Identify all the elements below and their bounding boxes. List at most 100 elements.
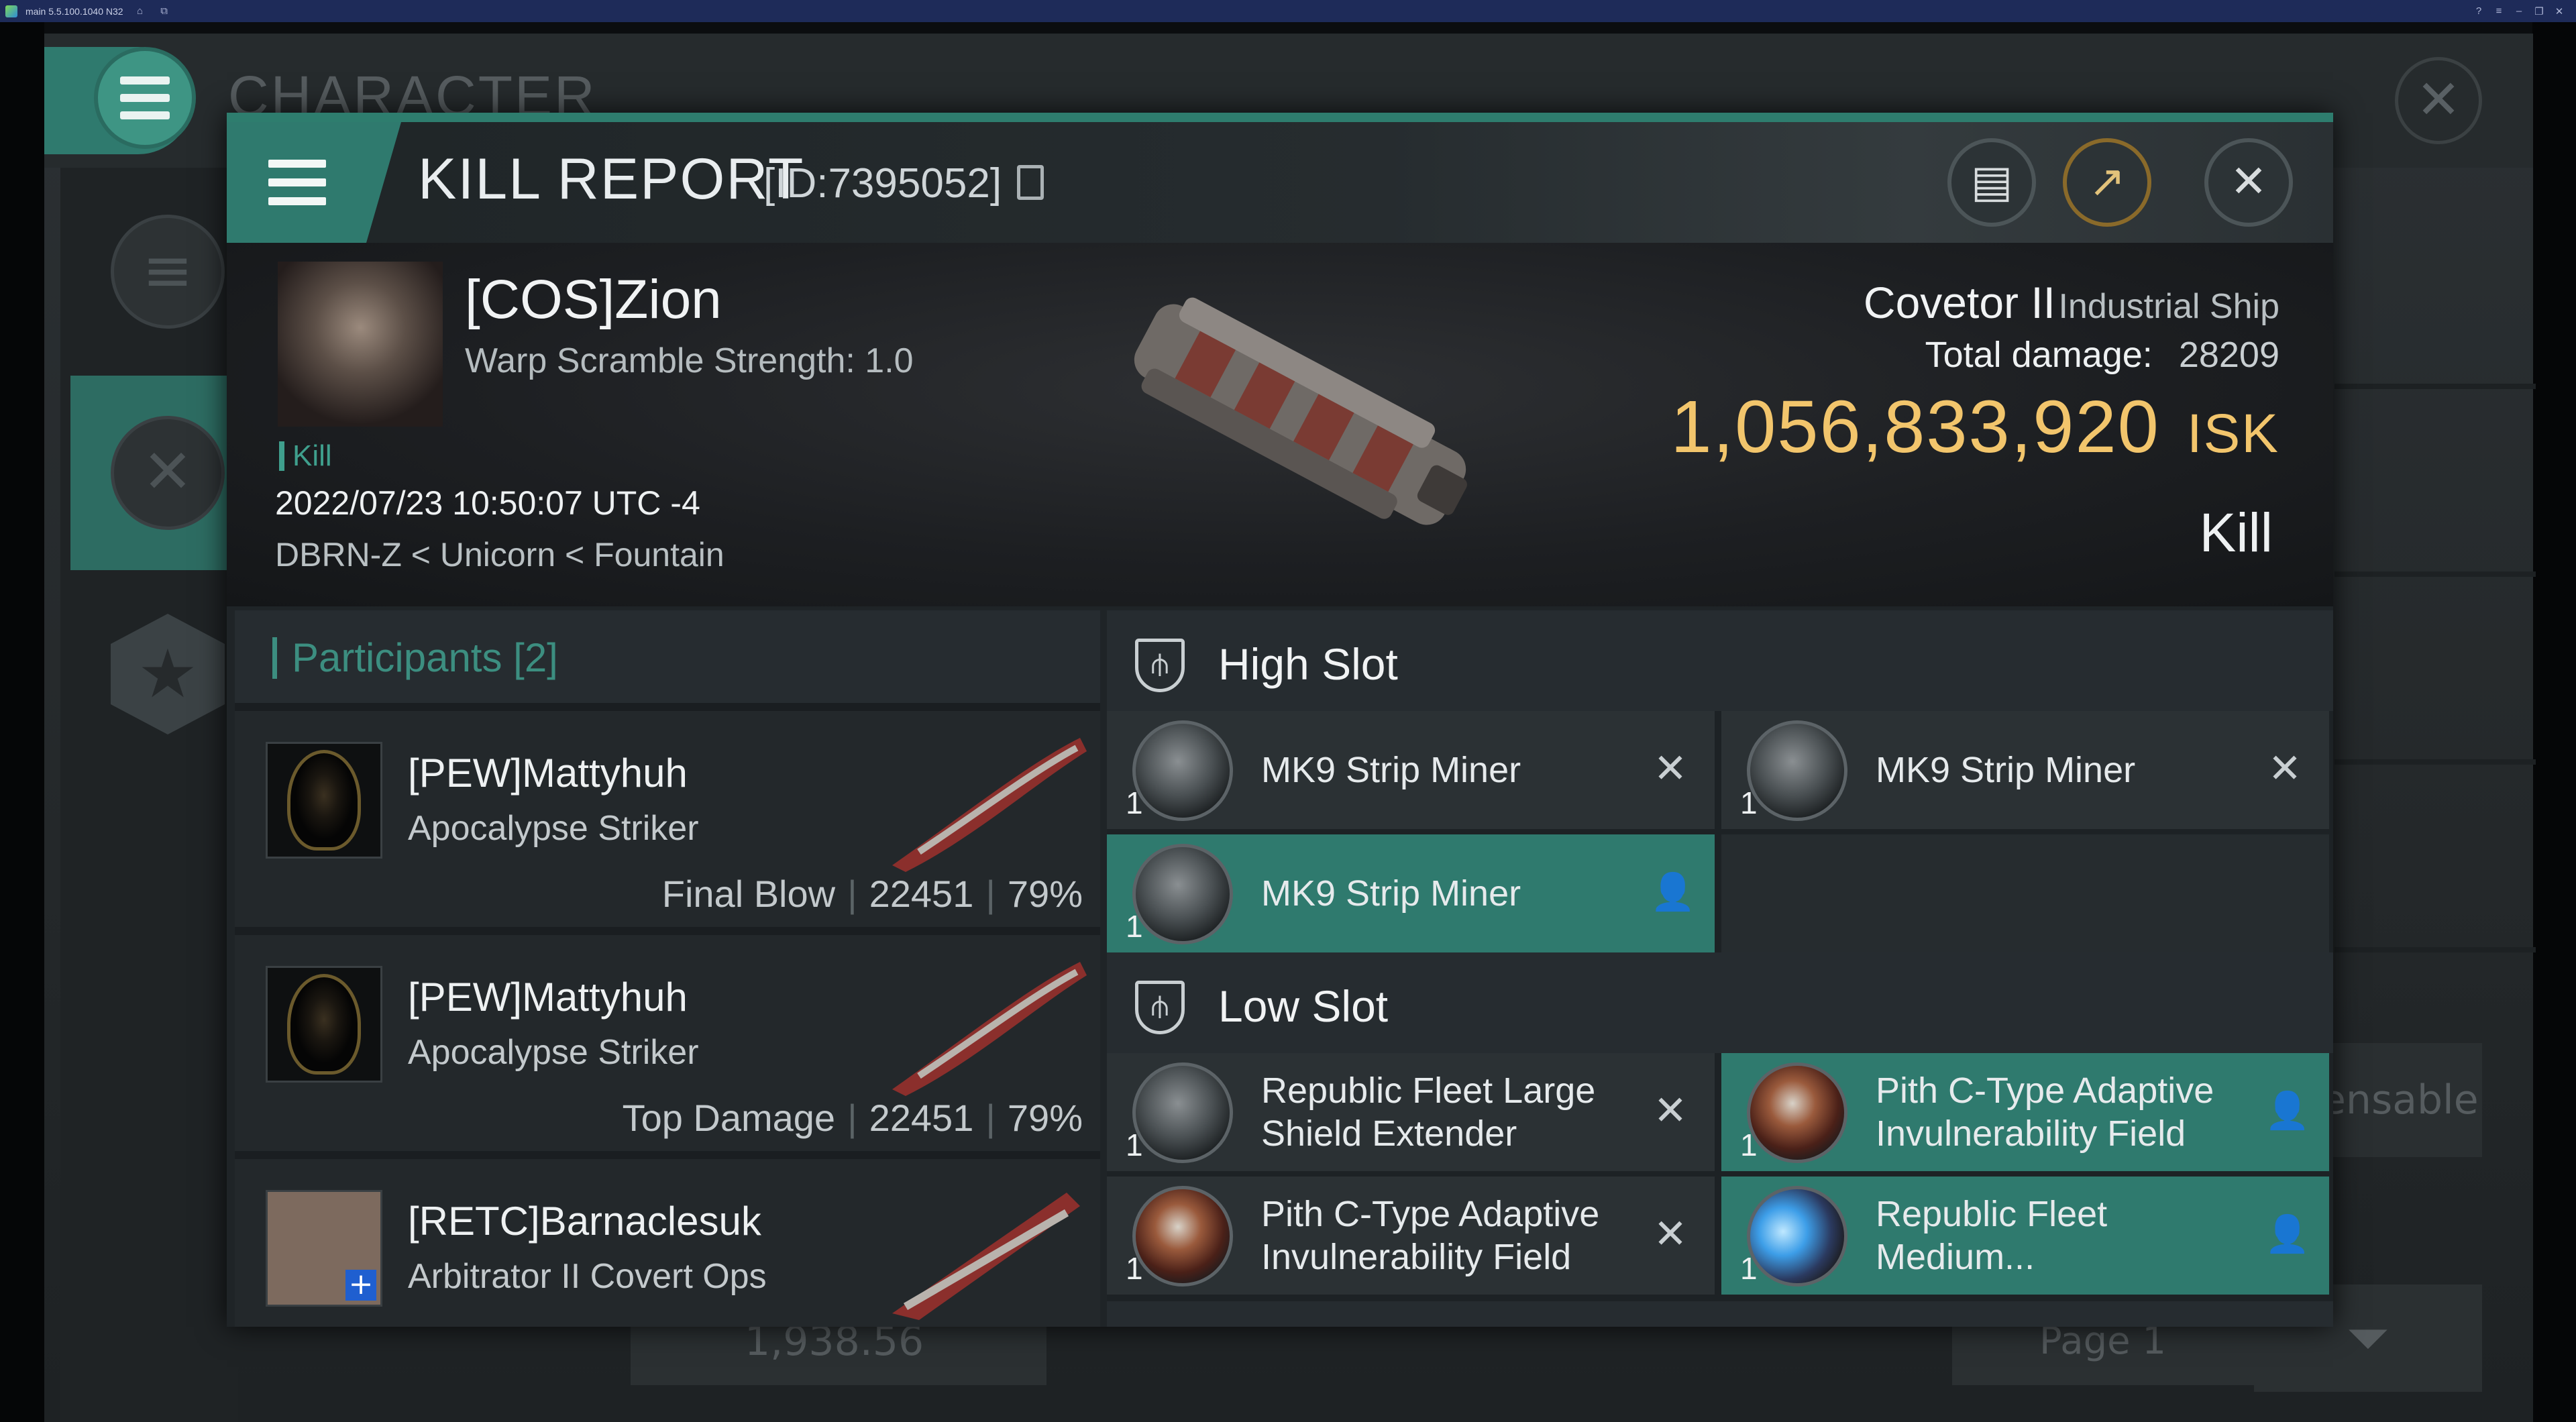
- participant-role: Top Damage: [622, 1097, 836, 1139]
- strip-miner-icon: [1132, 720, 1233, 821]
- participant-ship: Arbitrator II Covert Ops: [408, 1257, 767, 1296]
- participant-ship: Apocalypse Striker: [408, 809, 699, 848]
- participant-ship-image: [892, 738, 1087, 872]
- dialog-title: KILL REPORT: [418, 147, 805, 211]
- participant-avatar: +: [266, 1190, 382, 1307]
- kill-location[interactable]: DBRN-Z < Unicorn < Fountain: [275, 535, 724, 574]
- participants-title: Participants [2]: [272, 637, 558, 679]
- high-slot-label: High Slot: [1218, 639, 1398, 689]
- participant-ship-image: [892, 1193, 1080, 1320]
- participant-avatar: [266, 742, 382, 859]
- module-name: Republic Fleet Medium...: [1876, 1194, 2108, 1277]
- victim-ship-image: [1134, 297, 1467, 525]
- participant-ship-image: [892, 962, 1087, 1096]
- module-quantity: 1: [1740, 785, 1758, 820]
- clipboard-icon[interactable]: ▤: [1947, 138, 2036, 227]
- background-menu-button[interactable]: [94, 47, 196, 149]
- strip-miner-icon: [1747, 720, 1847, 821]
- participant-row[interactable]: + [RETC]Barnaclesuk Arbitrator II Covert…: [235, 1159, 1100, 1327]
- module-name: Pith C-Type Adaptive Invulnerability Fie…: [1876, 1071, 2214, 1154]
- kill-result: Kill: [2199, 502, 2273, 563]
- background-list-icon[interactable]: ≡: [111, 215, 225, 329]
- participant-row[interactable]: [PEW]Mattyhuh Apocalypse Striker Top Dam…: [235, 935, 1100, 1151]
- destroyed-icon: ✕: [1653, 1087, 1688, 1134]
- participant-stats: Top Damage | 22451 | 79%: [622, 1097, 1083, 1139]
- kill-tag: Kill: [279, 441, 332, 471]
- app-logo-icon: [5, 5, 17, 17]
- destroyed-icon: ✕: [1653, 1211, 1688, 1258]
- kill-report-dialog: KILL REPORT [ID:7395052] ▤ ↗ ✕ [COS]Zion…: [227, 113, 2333, 1327]
- high-slot-header: ⫛ High Slot: [1107, 610, 2333, 711]
- background-rows: [2334, 201, 2536, 1006]
- module-item[interactable]: 1 Republic Fleet Large Shield Extender ✕: [1107, 1053, 1715, 1171]
- ship-name: Covetor II: [1863, 278, 2056, 327]
- close-dialog-icon[interactable]: ✕: [2204, 138, 2293, 227]
- background-sidebar: [60, 168, 238, 1422]
- menu-icon[interactable]: ≡: [2489, 5, 2509, 17]
- window-title: main 5.5.100.1040 N32: [25, 5, 123, 17]
- participant-name: [PEW]Mattyhuh: [408, 751, 688, 796]
- module-item[interactable]: 1 Pith C-Type Adaptive Invulnerability F…: [1107, 1177, 1715, 1295]
- close-window-icon[interactable]: ✕: [2549, 5, 2569, 17]
- background-close-icon[interactable]: ✕: [2395, 57, 2482, 144]
- shield-extender-icon: [1132, 1062, 1233, 1163]
- plus-icon: +: [345, 1270, 376, 1301]
- participant-percent: 79%: [1007, 873, 1083, 915]
- background-combat-icon[interactable]: ✕: [111, 416, 225, 530]
- empty-slot: [1721, 834, 2329, 952]
- dropped-person-icon: 👤: [2265, 1089, 2310, 1132]
- module-name: MK9 Strip Miner: [1876, 750, 2136, 790]
- fitting-panel: ⫛ High Slot 1 MK9 Strip Miner ✕ 1 MK9 St…: [1107, 610, 2333, 1327]
- participant-damage: 22451: [869, 873, 974, 915]
- minimize-icon[interactable]: –: [2509, 5, 2529, 17]
- multi-window-icon[interactable]: ⧉: [157, 4, 172, 19]
- dropped-person-icon: 👤: [2265, 1213, 2310, 1255]
- module-quantity: 1: [1126, 1251, 1143, 1286]
- module-name: MK9 Strip Miner: [1261, 750, 1521, 790]
- home-icon[interactable]: ⌂: [133, 4, 148, 19]
- high-slot-icon: ⫛: [1135, 639, 1185, 692]
- dialog-accent-line: [227, 113, 2333, 122]
- participants-panel: Participants [2] [PEW]Mattyhuh Apocalyps…: [235, 610, 1100, 1327]
- module-quantity: 1: [1126, 909, 1143, 944]
- share-icon[interactable]: ↗: [2063, 138, 2151, 227]
- module-name: MK9 Strip Miner: [1261, 873, 1521, 914]
- isk-amount: 1,056,833,920: [1670, 386, 2160, 468]
- participant-percent: 79%: [1007, 1097, 1083, 1139]
- copy-icon[interactable]: [1017, 165, 1044, 200]
- victim-portrait[interactable]: [278, 262, 443, 427]
- module-quantity: 1: [1740, 1128, 1758, 1162]
- total-damage-label: Total damage:: [1925, 335, 2153, 375]
- mid-slot-header: ⫛: [1107, 1301, 2333, 1327]
- module-name: Republic Fleet Large Shield Extender: [1261, 1071, 1596, 1154]
- module-quantity: 1: [1126, 785, 1143, 820]
- warp-scramble-strength: Warp Scramble Strength: 1.0: [465, 341, 914, 380]
- dropped-person-icon: 👤: [1650, 871, 1696, 913]
- module-item[interactable]: 1 MK9 Strip Miner ✕: [1721, 711, 2329, 829]
- window-titlebar: main 5.5.100.1040 N32 ⌂ ⧉ ? ≡ – ❐ ✕: [0, 0, 2576, 22]
- module-quantity: 1: [1740, 1251, 1758, 1286]
- participants-header: Participants [2]: [235, 610, 1100, 703]
- victim-name[interactable]: [COS]Zion: [465, 268, 722, 331]
- help-icon[interactable]: ?: [2469, 5, 2489, 17]
- ship-class: Industrial Ship: [2058, 287, 2279, 326]
- right-letterbox: [2532, 22, 2576, 1422]
- report-id: [ID:7395052]: [763, 160, 1002, 207]
- participant-avatar: [266, 966, 382, 1083]
- background-right-button[interactable]: ensable: [2321, 1043, 2482, 1157]
- module-item[interactable]: 1 MK9 Strip Miner 👤: [1107, 834, 1715, 952]
- participant-damage: 22451: [869, 1097, 974, 1139]
- participant-ship: Apocalypse Striker: [408, 1033, 699, 1072]
- isk-unit: ISK: [2186, 403, 2279, 464]
- restore-icon[interactable]: ❐: [2529, 5, 2549, 17]
- module-item[interactable]: 1 Pith C-Type Adaptive Invulnerability F…: [1721, 1053, 2329, 1171]
- participant-row[interactable]: [PEW]Mattyhuh Apocalypse Striker Final B…: [235, 711, 1100, 927]
- total-damage: Total damage: 28209: [1925, 334, 2279, 376]
- module-item[interactable]: 1 MK9 Strip Miner ✕: [1107, 711, 1715, 829]
- low-slot-header: ⫛ Low Slot: [1107, 952, 2333, 1053]
- kill-datetime: 2022/07/23 10:50:07 UTC -4: [275, 484, 700, 522]
- module-item[interactable]: 1 Republic Fleet Medium... 👤: [1721, 1177, 2329, 1295]
- victim-ship-name[interactable]: Covetor II Industrial Ship: [1864, 277, 2279, 328]
- total-damage-value: 28209: [2178, 335, 2279, 375]
- strip-miner-icon: [1132, 844, 1233, 944]
